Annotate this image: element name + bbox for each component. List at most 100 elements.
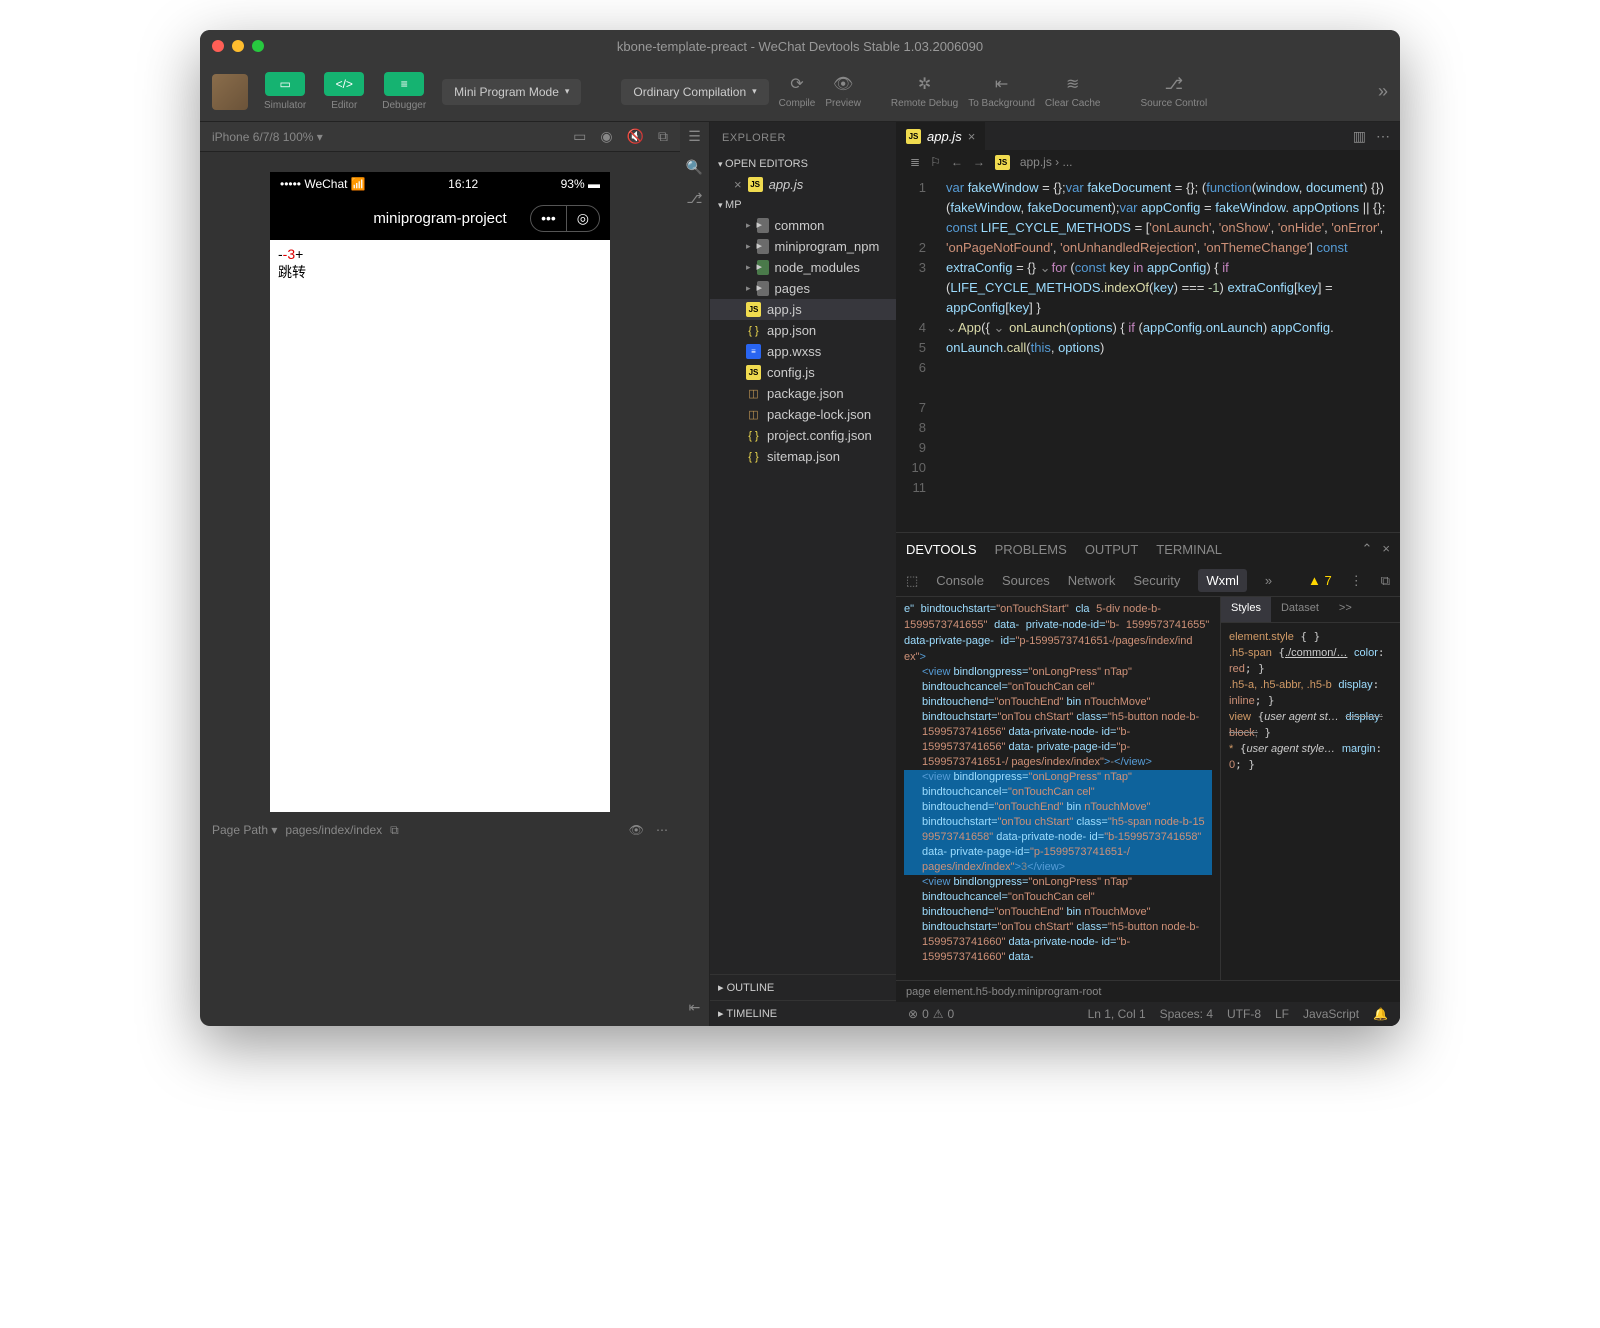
collapse-icon[interactable]: ⇤ bbox=[689, 999, 701, 1016]
tab-devtools[interactable]: DEVTOOLS bbox=[906, 542, 977, 557]
fwd-icon[interactable]: → bbox=[973, 155, 985, 169]
tree-item-project-config-json[interactable]: { }project.config.json bbox=[710, 425, 896, 446]
git-icon[interactable]: ⎇ bbox=[686, 190, 702, 207]
indent[interactable]: Spaces: 4 bbox=[1160, 1007, 1213, 1021]
explorer-icon[interactable]: ☰ bbox=[688, 128, 701, 145]
more-icon[interactable]: » bbox=[1265, 573, 1272, 588]
status-line: ⊗ 0 ⚠ 0 Ln 1, Col 1 Spaces: 4 UTF-8 LF J… bbox=[896, 1002, 1400, 1026]
sim-footer: Page Path ▾ pages/index/index ⧉ 👁⋯ bbox=[200, 812, 680, 848]
eol[interactable]: LF bbox=[1275, 1007, 1289, 1021]
record-icon[interactable]: ◉ bbox=[600, 128, 612, 145]
tree-item-config-js[interactable]: JSconfig.js bbox=[710, 362, 896, 383]
editor-button[interactable]: </>Editor bbox=[318, 72, 370, 111]
split-icon[interactable]: ▥ bbox=[1353, 128, 1366, 145]
avatar[interactable] bbox=[212, 74, 248, 110]
devtools-panels: ⬚ Console Sources Network Security Wxml … bbox=[896, 565, 1400, 597]
preview-button[interactable]: 👁Preview bbox=[825, 74, 861, 109]
more-icon[interactable]: ⋯ bbox=[656, 823, 668, 837]
device-icon[interactable]: ▭ bbox=[573, 128, 586, 145]
copy-path-icon[interactable]: ⧉ bbox=[390, 823, 399, 838]
source-control-button[interactable]: ⎇Source Control bbox=[1141, 74, 1208, 109]
activity-bar: ☰ 🔍 ⎇ ⇤ bbox=[680, 122, 710, 1026]
minimize-icon[interactable] bbox=[232, 40, 244, 52]
styles-tab[interactable]: Styles bbox=[1221, 597, 1271, 622]
open-editors-section[interactable]: OPEN EDITORS bbox=[710, 154, 896, 174]
gutter: 1 2 3 4 5 6 7 8 9 10 11 bbox=[896, 174, 936, 532]
maximize-icon[interactable] bbox=[252, 40, 264, 52]
back-icon[interactable]: ← bbox=[951, 155, 963, 169]
eye-icon[interactable]: 👁 bbox=[629, 823, 644, 837]
compilation-dropdown[interactable]: Ordinary Compilation bbox=[621, 79, 768, 105]
panel-console[interactable]: Console bbox=[936, 573, 984, 588]
compile-button[interactable]: ⟳Compile bbox=[779, 74, 816, 109]
plus-button[interactable]: + bbox=[295, 246, 303, 262]
nav-link[interactable]: 跳转 bbox=[278, 264, 306, 280]
tab-terminal[interactable]: TERMINAL bbox=[1156, 542, 1222, 557]
debugger-button[interactable]: ≡Debugger bbox=[376, 72, 432, 111]
menu-icon[interactable]: ••• bbox=[531, 206, 567, 231]
list-icon[interactable]: ≣ bbox=[910, 155, 920, 169]
device-selector[interactable]: iPhone 6/7/8 100% ▾ bbox=[212, 130, 323, 144]
nav-bar: miniprogram-project ••• ◎ bbox=[270, 196, 610, 240]
tree-item-package-lock-json[interactable]: ◫package-lock.json bbox=[710, 404, 896, 425]
devtools-footer: page element.h5-body.miniprogram-root bbox=[896, 980, 1400, 1002]
settings-icon[interactable]: ⋮ bbox=[1350, 573, 1363, 589]
simulator-button[interactable]: ▭Simulator bbox=[258, 72, 312, 111]
tab-output[interactable]: OUTPUT bbox=[1085, 542, 1138, 557]
titlebar: kbone-template-preact - WeChat Devtools … bbox=[200, 30, 1400, 62]
language[interactable]: JavaScript bbox=[1303, 1007, 1359, 1021]
tab-app-js[interactable]: JSapp.js× bbox=[896, 122, 985, 150]
tree-item-pages[interactable]: ▸ ▸pages bbox=[710, 278, 896, 299]
panel-security[interactable]: Security bbox=[1133, 573, 1180, 588]
explorer-panel: EXPLORER OPEN EDITORS ×JSapp.js MP ▸ ▸co… bbox=[710, 122, 896, 1026]
warning-badge[interactable]: ▲ 7 bbox=[1308, 573, 1332, 588]
bell-icon[interactable]: 🔔 bbox=[1373, 1007, 1388, 1021]
close-tab-icon[interactable]: × bbox=[968, 129, 976, 144]
more-icon[interactable]: ⋯ bbox=[1376, 128, 1390, 145]
more-icon[interactable]: » bbox=[1378, 81, 1388, 102]
close-icon[interactable] bbox=[212, 40, 224, 52]
tree-item-sitemap-json[interactable]: { }sitemap.json bbox=[710, 446, 896, 467]
cursor-pos[interactable]: Ln 1, Col 1 bbox=[1088, 1007, 1146, 1021]
tree-item-common[interactable]: ▸ ▸common bbox=[710, 215, 896, 236]
search-icon[interactable]: 🔍 bbox=[686, 159, 703, 176]
clear-cache-button[interactable]: ≋Clear Cache bbox=[1045, 74, 1101, 109]
to-background-button[interactable]: ⇤To Background bbox=[968, 74, 1035, 109]
expand-icon[interactable]: ⌃ bbox=[1362, 541, 1373, 557]
wxml-tree[interactable]: e" bindtouchstart="onTouchStart" cla 5-d… bbox=[896, 597, 1220, 980]
tree-item-app-js[interactable]: JSapp.js bbox=[710, 299, 896, 320]
dataset-tab[interactable]: Dataset bbox=[1271, 597, 1329, 622]
timeline-section[interactable]: TIMELINE bbox=[710, 1000, 896, 1026]
bookmark-icon[interactable]: ⚐ bbox=[930, 155, 941, 169]
close-icon[interactable]: × bbox=[1382, 541, 1390, 557]
page-path: pages/index/index bbox=[285, 823, 382, 837]
tree-item-node_modules[interactable]: ▸ ▸node_modules bbox=[710, 257, 896, 278]
outline-section[interactable]: OUTLINE bbox=[710, 974, 896, 1000]
errors-count[interactable]: ⊗ 0 ⚠ 0 bbox=[908, 1007, 954, 1021]
program-mode-dropdown[interactable]: Mini Program Mode bbox=[442, 79, 581, 105]
tab-problems[interactable]: PROBLEMS bbox=[995, 542, 1067, 557]
target-icon[interactable]: ◎ bbox=[567, 206, 599, 231]
tree-item-app-wxss[interactable]: ≡app.wxss bbox=[710, 341, 896, 362]
more-tab[interactable]: >> bbox=[1329, 597, 1362, 622]
window-title: kbone-template-preact - WeChat Devtools … bbox=[200, 39, 1400, 54]
copy-icon[interactable]: ⧉ bbox=[658, 128, 668, 145]
open-editor-item[interactable]: ×JSapp.js bbox=[710, 174, 896, 195]
devtools-tabs: DEVTOOLS PROBLEMS OUTPUT TERMINAL ⌃ × bbox=[896, 533, 1400, 565]
dock-icon[interactable]: ⧉ bbox=[1381, 573, 1390, 589]
panel-sources[interactable]: Sources bbox=[1002, 573, 1050, 588]
panel-wxml[interactable]: Wxml bbox=[1198, 569, 1247, 592]
main-toolbar: ▭Simulator </>Editor ≡Debugger Mini Prog… bbox=[200, 62, 1400, 122]
inspect-icon[interactable]: ⬚ bbox=[906, 573, 918, 589]
code-editor[interactable]: 1 2 3 4 5 6 7 8 9 10 11 var fakeWindow =… bbox=[896, 174, 1400, 532]
panel-network[interactable]: Network bbox=[1068, 573, 1116, 588]
tree-item-miniprogram_npm[interactable]: ▸ ▸miniprogram_npm bbox=[710, 236, 896, 257]
remote-debug-button[interactable]: ✲Remote Debug bbox=[891, 74, 958, 109]
editor-panel: JSapp.js× ▥⋯ ≣⚐←→ JSapp.js › ... 1 2 3 4… bbox=[896, 122, 1400, 1026]
project-section[interactable]: MP bbox=[710, 195, 896, 215]
tree-item-package-json[interactable]: ◫package.json bbox=[710, 383, 896, 404]
encoding[interactable]: UTF-8 bbox=[1227, 1007, 1261, 1021]
styles-body[interactable]: element.style { } .h5-span {./common/… c… bbox=[1221, 623, 1400, 980]
tree-item-app-json[interactable]: { }app.json bbox=[710, 320, 896, 341]
mute-icon[interactable]: 🔇 bbox=[627, 128, 644, 145]
